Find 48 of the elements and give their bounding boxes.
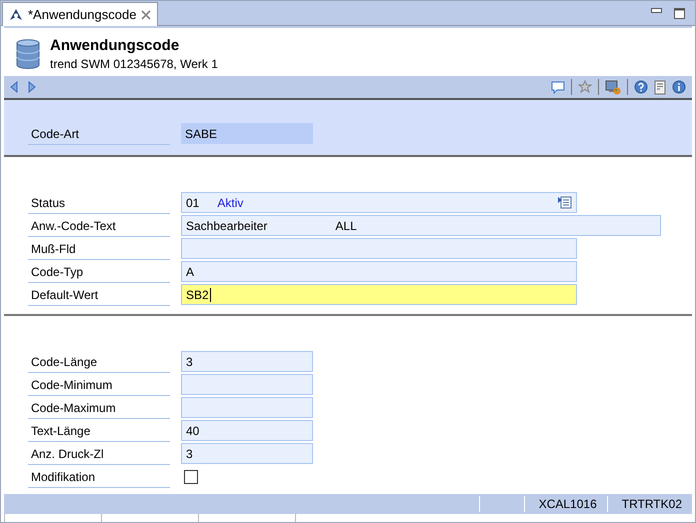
input-field[interactable]: 40 bbox=[181, 420, 313, 441]
editor-tab[interactable]: *Anwendungscode bbox=[2, 2, 158, 26]
status-bar-field: XCAL1016 bbox=[524, 496, 607, 512]
input-field[interactable] bbox=[181, 238, 577, 259]
forward-icon[interactable] bbox=[28, 81, 36, 93]
speech-bubble-icon[interactable] bbox=[551, 80, 565, 94]
star-icon[interactable] bbox=[578, 80, 592, 94]
key-field[interactable]: SABE bbox=[181, 123, 313, 144]
input-field[interactable] bbox=[181, 374, 313, 395]
input-field[interactable]: Sachbearbeiter ALL bbox=[181, 215, 661, 236]
field-label: Status bbox=[28, 192, 170, 214]
field-label: Muß-Fld bbox=[28, 238, 170, 260]
field-label: Anw.-Code-Text bbox=[28, 214, 170, 236]
field-label: Code-Länge bbox=[28, 350, 170, 372]
input-field[interactable] bbox=[181, 397, 313, 418]
minimize-icon[interactable] bbox=[651, 8, 662, 14]
close-icon[interactable] bbox=[141, 10, 152, 20]
field-label: Modifikation bbox=[28, 466, 170, 488]
status-code: 01 bbox=[186, 196, 200, 210]
input-field[interactable]: A bbox=[181, 261, 577, 282]
list-icon[interactable] bbox=[558, 196, 572, 209]
tab-title: *Anwendungscode bbox=[28, 7, 136, 22]
help-icon[interactable] bbox=[634, 80, 648, 94]
status-text: Aktiv bbox=[217, 196, 244, 210]
checkbox[interactable] bbox=[184, 470, 198, 484]
status-bar-field: TRTRTK02 bbox=[606, 496, 692, 512]
field-label: Code-Maximum bbox=[28, 396, 170, 418]
page-title: Anwendungscode bbox=[50, 37, 180, 54]
back-icon[interactable] bbox=[10, 81, 18, 93]
monitor-palette-icon[interactable] bbox=[605, 80, 621, 94]
field-label: Text-Länge bbox=[28, 420, 170, 442]
document-icon[interactable] bbox=[654, 80, 666, 94]
field-label: Code-Typ bbox=[28, 260, 170, 282]
input-field[interactable]: 3 bbox=[181, 443, 313, 464]
status-field[interactable]: 01 Aktiv bbox=[181, 192, 577, 213]
page-subtitle: trend SWM 012345678, Werk 1 bbox=[50, 57, 218, 71]
field-label: Code-Art bbox=[28, 122, 170, 144]
field-value: ALL bbox=[335, 218, 357, 232]
app-logo-icon bbox=[9, 8, 23, 22]
maximize-icon[interactable] bbox=[674, 8, 685, 18]
field-label: Anz. Druck-Zl bbox=[28, 442, 170, 464]
info-icon[interactable] bbox=[672, 80, 686, 94]
field-label: Default-Wert bbox=[28, 284, 170, 306]
database-icon bbox=[16, 39, 40, 69]
field-value: Sachbearbeiter bbox=[186, 218, 268, 232]
field-label: Code-Minimum bbox=[28, 374, 170, 396]
input-field[interactable]: SB2 bbox=[181, 284, 577, 305]
input-field[interactable]: 3 bbox=[181, 351, 313, 372]
